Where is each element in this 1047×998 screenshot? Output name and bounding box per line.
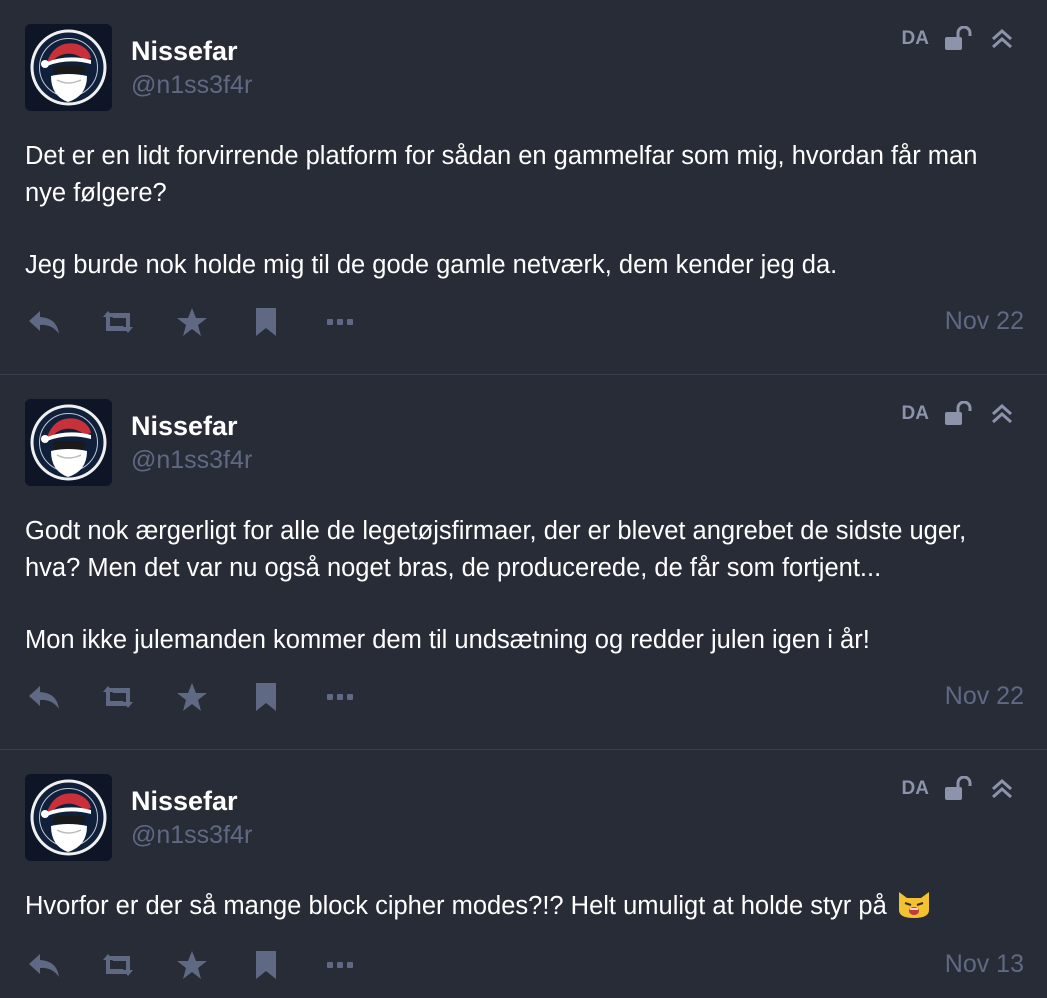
unlock-icon <box>945 26 972 50</box>
santa-avatar-icon <box>25 24 112 111</box>
retweet-icon <box>103 311 133 333</box>
status-meta: DA <box>902 26 1017 52</box>
status-paragraph: Hvorfor er der så mange block cipher mod… <box>25 888 1025 925</box>
language-badge: DA <box>901 403 929 424</box>
status-post[interactable]: Nissefar @n1ss3f4r DA Godt nok ærgerligt… <box>0 375 1047 750</box>
reply-button[interactable] <box>25 946 63 984</box>
chevron-double-up-icon[interactable] <box>987 401 1017 427</box>
status-date[interactable]: Nov 13 <box>945 950 1024 979</box>
account-handle[interactable]: @n1ss3f4r <box>131 820 252 850</box>
favourite-button[interactable] <box>173 678 211 716</box>
avatar[interactable] <box>25 774 112 861</box>
more-button[interactable] <box>321 303 359 341</box>
angry-cat-emoji <box>898 892 929 918</box>
display-name[interactable]: Nissefar <box>131 785 238 817</box>
language-badge: DA <box>901 778 929 799</box>
status-meta: DA <box>902 776 1017 802</box>
status-text: Hvorfor er der så mange block cipher mod… <box>25 892 887 920</box>
status-paragraph: Mon ikke julemanden kommer dem til undsæ… <box>25 626 870 654</box>
language-badge: DA <box>901 28 929 49</box>
star-icon <box>177 951 207 979</box>
unlock-icon <box>945 401 972 425</box>
reply-button[interactable] <box>25 303 63 341</box>
account-handle[interactable]: @n1ss3f4r <box>131 445 252 475</box>
chevron-double-up-icon[interactable] <box>987 776 1017 802</box>
santa-avatar-icon <box>25 774 112 861</box>
more-button[interactable] <box>321 678 359 716</box>
bookmark-button[interactable] <box>247 946 285 984</box>
reply-icon <box>29 686 59 709</box>
status-date[interactable]: Nov 22 <box>945 307 1024 336</box>
bookmark-button[interactable] <box>247 303 285 341</box>
status-content: Godt nok ærgerligt for alle de legetøjsf… <box>25 513 1025 659</box>
reply-icon <box>29 954 59 977</box>
status-feed: Nissefar @n1ss3f4r DA Det er en lidt for… <box>0 0 1047 998</box>
retweet-icon <box>103 686 133 708</box>
bookmark-icon <box>256 308 276 336</box>
status-action-bar <box>25 303 395 341</box>
status-paragraph: Det er en lidt forvirrende platform for … <box>25 142 978 207</box>
more-button[interactable] <box>321 946 359 984</box>
favourite-button[interactable] <box>173 946 211 984</box>
avatar[interactable] <box>25 24 112 111</box>
status-action-bar <box>25 946 395 984</box>
status-action-bar <box>25 678 395 716</box>
status-content: Hvorfor er der så mange block cipher mod… <box>25 888 1025 925</box>
status-paragraph: Godt nok ærgerligt for alle de legetøjsf… <box>25 517 967 582</box>
retweet-icon <box>103 954 133 976</box>
boost-button[interactable] <box>99 946 137 984</box>
display-name[interactable]: Nissefar <box>131 35 238 67</box>
account-handle[interactable]: @n1ss3f4r <box>131 70 252 100</box>
reply-icon <box>29 311 59 334</box>
status-paragraph: Jeg burde nok holde mig til de gode gaml… <box>25 251 838 279</box>
status-post[interactable]: Nissefar @n1ss3f4r DA Det er en lidt for… <box>0 0 1047 375</box>
status-date[interactable]: Nov 22 <box>945 682 1024 711</box>
star-icon <box>177 308 207 336</box>
display-name[interactable]: Nissefar <box>131 410 238 442</box>
boost-button[interactable] <box>99 678 137 716</box>
ellipsis-icon <box>327 694 353 700</box>
chevron-double-up-icon[interactable] <box>987 26 1017 52</box>
boost-button[interactable] <box>99 303 137 341</box>
avatar[interactable] <box>25 399 112 486</box>
santa-avatar-icon <box>25 399 112 486</box>
ellipsis-icon <box>327 319 353 325</box>
unlock-icon <box>945 776 972 800</box>
bookmark-icon <box>256 951 276 979</box>
status-meta: DA <box>902 401 1017 427</box>
bookmark-icon <box>256 683 276 711</box>
bookmark-button[interactable] <box>247 678 285 716</box>
favourite-button[interactable] <box>173 303 211 341</box>
ellipsis-icon <box>327 962 353 968</box>
reply-button[interactable] <box>25 678 63 716</box>
star-icon <box>177 683 207 711</box>
status-content: Det er en lidt forvirrende platform for … <box>25 138 1025 284</box>
